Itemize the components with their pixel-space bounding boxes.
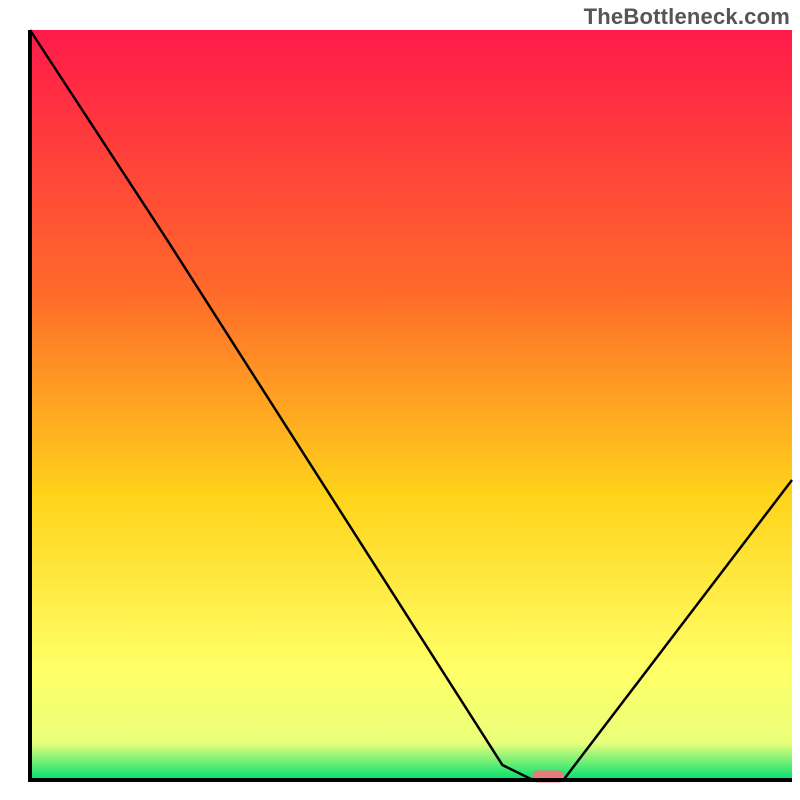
watermark-text: TheBottleneck.com xyxy=(584,4,790,30)
chart-container: { "watermark": "TheBottleneck.com", "col… xyxy=(0,0,800,800)
plot-background xyxy=(30,30,792,780)
bottleneck-chart xyxy=(0,0,800,800)
